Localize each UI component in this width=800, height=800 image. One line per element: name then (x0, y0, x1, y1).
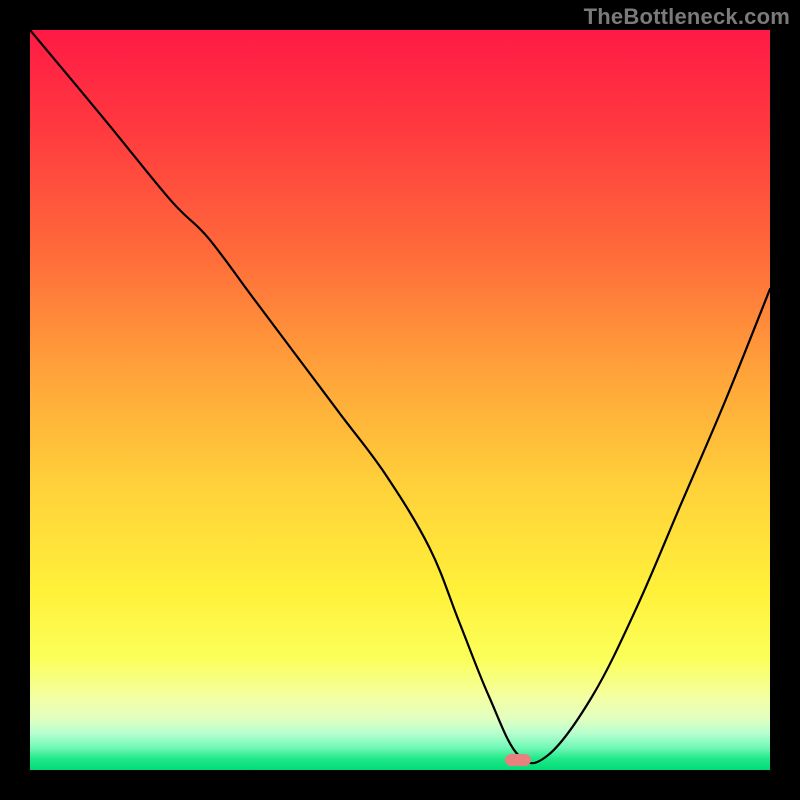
plot-area (30, 30, 770, 770)
optimum-marker (505, 754, 531, 766)
bottleneck-curve (30, 30, 770, 763)
curve-layer (30, 30, 770, 770)
watermark-text: TheBottleneck.com (584, 4, 790, 30)
chart-frame: TheBottleneck.com (0, 0, 800, 800)
